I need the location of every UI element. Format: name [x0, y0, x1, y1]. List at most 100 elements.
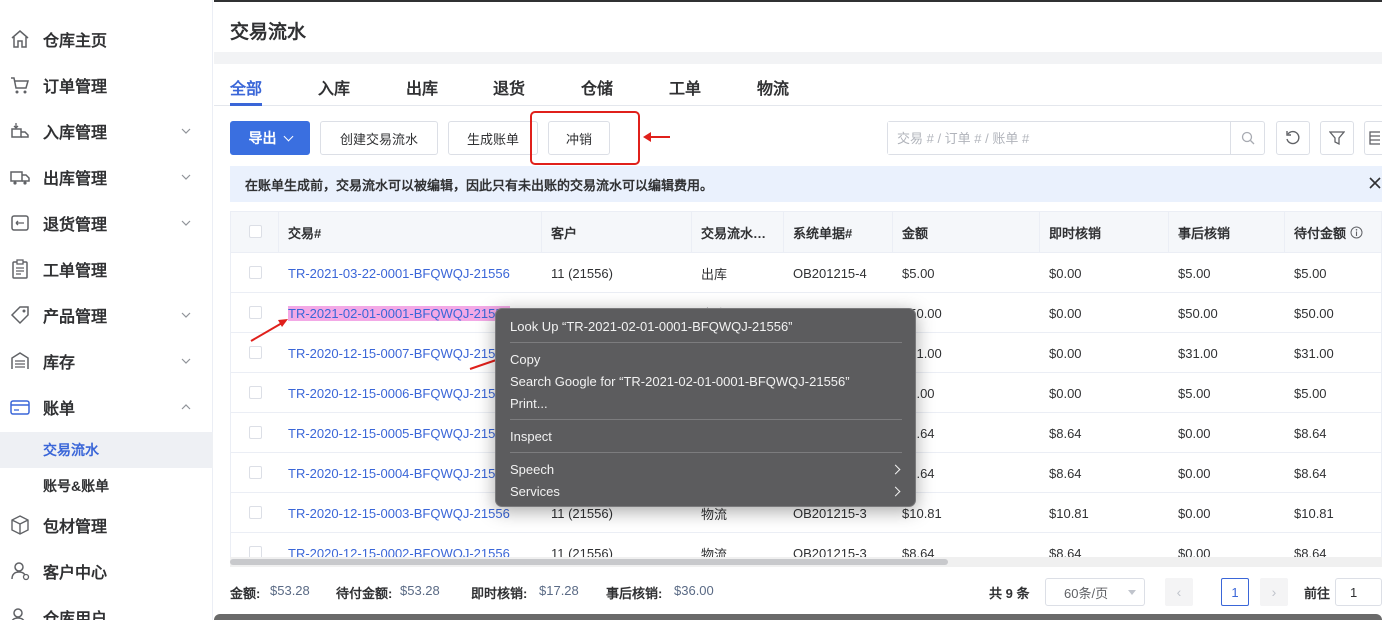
cell-transaction-text: TR-2020-12-15-0005-BFQWQJ-21556 — [288, 425, 510, 441]
context-menu-print[interactable]: Print... — [510, 396, 548, 411]
context-menu-services[interactable]: Services — [510, 484, 560, 499]
sidebar-item-inventory[interactable]: 库存 — [0, 338, 213, 384]
cell-instant: $0.00 — [1040, 253, 1169, 293]
chevron-right-icon — [890, 464, 901, 475]
footer-pending-value: $53.28 — [400, 583, 440, 598]
footer-instant-label: 即时核销: — [471, 586, 528, 601]
refresh-button[interactable] — [1276, 121, 1310, 155]
cell-later-text: $5.00 — [1178, 385, 1211, 401]
next-page-button[interactable]: › — [1260, 578, 1288, 606]
sidebar-item-packaging[interactable]: 包材管理 — [0, 502, 213, 548]
cell-later: $5.00 — [1169, 373, 1285, 413]
column-header-type[interactable]: 交易流水… — [692, 212, 784, 253]
cell-pending-text: $5.00 — [1294, 385, 1327, 401]
cell-pending: $31.00 — [1285, 333, 1381, 373]
sidebar-item-label: 订单管理 — [43, 79, 108, 96]
sidebar-item-label: 退货管理 — [43, 217, 108, 234]
close-icon[interactable] — [1367, 175, 1382, 191]
row-checkbox[interactable] — [249, 266, 262, 279]
sidebar-item-orders[interactable]: 订单管理 — [0, 62, 213, 108]
column-header-instant[interactable]: 即时核销 — [1040, 212, 1169, 253]
cell-later: $0.00 — [1169, 453, 1285, 493]
columns-button[interactable] — [1364, 121, 1382, 155]
horizontal-scrollbar[interactable] — [230, 557, 1382, 567]
tab-logistics[interactable]: 物流 — [757, 75, 789, 99]
page-size-select[interactable]: 60条/页 — [1045, 578, 1145, 606]
sidebar-item-inbound[interactable]: 入库管理 — [0, 108, 213, 154]
user-icon — [11, 562, 30, 581]
cell-instant-text: $8.64 — [1049, 425, 1082, 441]
prev-page-button[interactable]: ‹ — [1165, 578, 1193, 606]
cell-type-text: 出库 — [701, 266, 728, 282]
sidebar-item-billing[interactable]: 账单 — [0, 384, 213, 430]
cell-later: $0.00 — [1169, 413, 1285, 453]
tab-outbound[interactable]: 出库 — [406, 75, 438, 99]
sidebar-item-label: 出库管理 — [43, 171, 108, 188]
export-button[interactable]: 导出 — [230, 121, 310, 155]
context-menu-inspect[interactable]: Inspect — [510, 429, 552, 444]
cell-later-text: $50.00 — [1178, 305, 1218, 321]
column-header-amount[interactable]: 金额 — [893, 212, 1040, 253]
generate-bill-button[interactable]: 生成账单 — [448, 121, 538, 155]
page-number-current[interactable]: 1 — [1221, 578, 1249, 606]
context-menu-search-google[interactable]: Search Google for “TR-2021-02-01-0001-BF… — [510, 374, 850, 389]
row-checkbox[interactable] — [249, 346, 262, 359]
cell-instant-text: $10.81 — [1049, 505, 1089, 521]
filter-button[interactable] — [1320, 121, 1354, 155]
sidebar-item-returns[interactable]: 退货管理 — [0, 200, 213, 246]
tab-all[interactable]: 全部 — [230, 75, 262, 99]
tab-inbound[interactable]: 入库 — [318, 75, 350, 99]
column-header-transaction[interactable]: 交易# — [279, 212, 542, 253]
sidebar-subitem-label: 交易流水 — [43, 442, 99, 458]
row-checkbox[interactable] — [249, 386, 262, 399]
footer-later-label: 事后核销: — [606, 586, 663, 601]
caret-down-icon — [1128, 590, 1136, 595]
select-all-checkbox[interactable] — [249, 225, 262, 238]
sidebar-item-customers[interactable]: 客户中心 — [0, 548, 213, 594]
chevron-right-icon: › — [1271, 584, 1277, 600]
column-header-pending[interactable]: 待付金额 — [1285, 212, 1381, 253]
context-menu-copy[interactable]: Copy — [510, 352, 540, 367]
sidebar-item-home[interactable]: 仓库主页 — [0, 16, 213, 62]
sidebar-subitem-accounts[interactable]: 账号&账单 — [0, 468, 213, 504]
column-header-customer[interactable]: 客户 — [542, 212, 692, 253]
sidebar-item-workorders[interactable]: 工单管理 — [0, 246, 213, 292]
tab-returns[interactable]: 退货 — [493, 75, 525, 99]
inbound-icon — [11, 123, 29, 138]
cell-system-doc: OB201215-4 — [784, 253, 893, 293]
refresh-icon — [1286, 130, 1300, 145]
sidebar-item-outbound[interactable]: 出库管理 — [0, 154, 213, 200]
tab-workorders[interactable]: 工单 — [669, 75, 701, 99]
goto-page-input[interactable]: 1 — [1335, 578, 1382, 606]
cell-customer-text: 11 (21556) — [551, 505, 613, 521]
scrollbar-thumb[interactable] — [230, 559, 948, 565]
chevron-up-icon — [181, 404, 191, 410]
context-menu-separator — [510, 452, 902, 453]
sidebar-item-warehouse-users[interactable]: 仓库用户 — [0, 594, 213, 620]
sidebar-subitem-transactions[interactable]: 交易流水 — [0, 432, 213, 468]
cell-transaction[interactable]: TR-2021-03-22-0001-BFQWQJ-21556 — [279, 253, 542, 293]
context-menu: Look Up “TR-2021-02-01-0001-BFQWQJ-21556… — [495, 308, 916, 507]
search-input[interactable] — [888, 122, 1230, 154]
column-header-system-doc[interactable]: 系统单据# — [784, 212, 893, 253]
context-menu-lookup[interactable]: Look Up “TR-2021-02-01-0001-BFQWQJ-21556… — [510, 319, 793, 334]
clipboard-icon — [12, 259, 28, 279]
sidebar-item-label: 客户中心 — [43, 565, 108, 582]
cell-instant: $0.00 — [1040, 333, 1169, 373]
column-header-later[interactable]: 事后核销 — [1169, 212, 1285, 253]
cell-transaction-text: TR-2021-02-01-0001-BFQWQJ-21556 — [288, 305, 510, 321]
row-checkbox[interactable] — [249, 466, 262, 479]
sidebar-item-products[interactable]: 产品管理 — [0, 292, 213, 338]
cell-instant-text: $0.00 — [1049, 345, 1082, 361]
table-footer: 金额: $53.28 待付金额: $53.28 即时核销: $17.28 事后核… — [230, 578, 1382, 606]
cell-pending-text: $50.00 — [1294, 305, 1334, 321]
table-row[interactable]: TR-2021-03-22-0001-BFQWQJ-21556 11 (21556… — [231, 253, 1381, 293]
search-button[interactable] — [1230, 122, 1264, 154]
create-transaction-button[interactable]: 创建交易流水 — [320, 121, 438, 155]
context-menu-speech[interactable]: Speech — [510, 462, 554, 477]
row-checkbox[interactable] — [249, 426, 262, 439]
info-icon[interactable] — [1350, 226, 1363, 239]
tab-storage[interactable]: 仓储 — [581, 75, 613, 99]
cell-later: $5.00 — [1169, 253, 1285, 293]
row-checkbox[interactable] — [249, 506, 262, 519]
